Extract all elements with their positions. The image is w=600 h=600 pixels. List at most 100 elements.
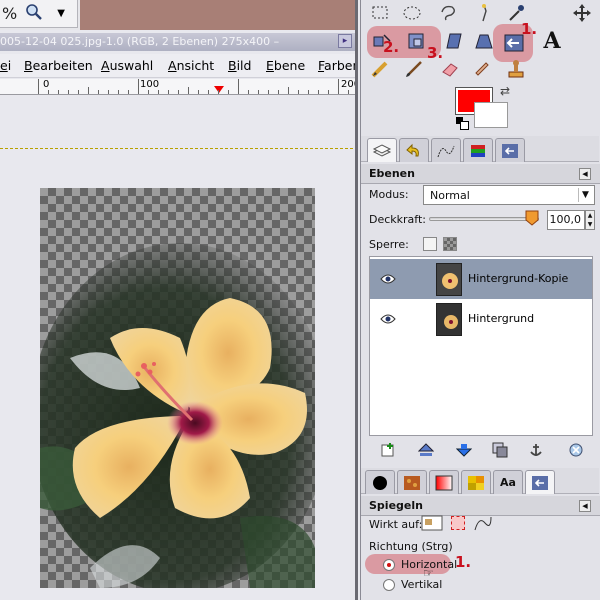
zoom-tool-icon[interactable] [25,3,43,25]
menu-ebene[interactable]: Ebene [266,58,305,73]
image-title: 005-12-04 025.jpg-1.0 (RGB, 2 Ebenen) 27… [0,35,280,48]
ruler-tick [338,79,339,94]
dock-tabs [361,136,599,162]
ruler-tick [248,90,249,94]
ellipse-select-icon[interactable] [397,0,427,26]
new-layer-icon[interactable] [377,440,399,460]
ruler-tick [348,90,349,94]
tab-undo-history[interactable] [399,138,429,162]
anchor-layer-icon[interactable] [525,440,547,460]
zoom-percent-icon[interactable]: % [2,4,17,23]
layers-dock-header: Ebenen ◀ [361,164,600,184]
airbrush-icon[interactable] [467,56,497,82]
lower-layer-icon[interactable] [453,440,475,460]
opacity-spinner[interactable]: ▲ ▼ [585,210,595,230]
lock-alpha-icon[interactable] [443,237,457,251]
image-canvas[interactable] [40,188,315,588]
menu-auswahl[interactable]: Auswahl [101,58,153,73]
fuzzy-select-icon[interactable] [469,0,499,26]
menu-bearbeiten[interactable]: Bearbeiten [24,58,93,73]
ruler-tick [168,90,169,94]
layer-name[interactable]: Hintergrund [468,312,534,325]
tab-fonts[interactable]: Aa [493,470,523,494]
ruler-tick [118,90,119,94]
ruler-tick [328,90,329,94]
dock-menu-button[interactable]: ◀ [579,500,591,512]
affect-path-icon[interactable] [473,514,493,532]
ruler-tick [208,90,209,94]
tab-brushes[interactable] [365,470,395,494]
shear-icon[interactable] [439,28,469,54]
vertical-label[interactable]: Vertikal [401,578,442,591]
tab-gradients[interactable] [429,470,459,494]
gimp-workspace: % ▼ 005-12-04 025.jpg-1.0 (RGB, 2 Ebenen… [0,0,600,600]
horizontal-radio[interactable] [383,559,395,571]
ruler-tick [68,90,69,94]
perspective-icon[interactable] [469,28,499,54]
tab-palettes[interactable] [461,470,491,494]
background-panel [80,0,358,30]
tab-tool-options[interactable] [525,470,555,494]
raise-layer-icon[interactable] [415,440,437,460]
ruler-tick [178,90,179,94]
eye-icon[interactable] [380,313,396,325]
lock-alpha-checkbox[interactable] [423,237,437,251]
rect-select-icon[interactable] [365,0,395,26]
chevron-down-icon: ▼ [578,188,592,202]
default-colors-icon[interactable] [456,117,469,130]
mode-value: Normal [430,189,470,202]
clone-stamp-icon[interactable] [501,56,531,82]
lasso-icon[interactable] [433,0,463,26]
mini-toolbar: % ▼ [0,0,78,28]
ruler-tick [138,79,139,94]
text-tool-icon[interactable]: A [537,28,567,54]
layer-name[interactable]: Hintergrund-Kopie [468,272,568,285]
layer-row[interactable]: Hintergrund-Kopie [370,259,592,299]
duplicate-layer-icon[interactable] [489,440,511,460]
layer-buttons-bar [361,438,600,464]
menu-ansicht[interactable]: Ansicht [168,58,214,73]
move-icon[interactable] [567,0,597,26]
tab-patterns[interactable] [397,470,427,494]
opacity-slider[interactable] [429,217,539,221]
vertical-radio[interactable] [383,579,395,591]
menu-datei[interactable]: ei [0,58,11,73]
guide-line[interactable] [0,148,358,149]
layer-thumbnail [436,303,462,336]
menu-bild[interactable]: Bild [228,58,251,73]
annotation-step-2: 2. [383,38,400,56]
direction-label: Richtung (Strg) [369,540,453,553]
affect-label: Wirkt auf: [369,518,423,531]
dock-tabs-2: Aa [361,468,599,494]
background-color-swatch[interactable] [474,102,508,128]
lock-label: Sperre: [369,238,409,251]
menu-farben[interactable]: Farben [318,58,358,73]
layer-row[interactable]: Hintergrund [370,299,592,339]
pencil-icon[interactable] [365,56,395,82]
tab-flip-options[interactable] [495,138,525,162]
opacity-input[interactable]: 100,0 [547,210,585,230]
layer-list[interactable]: Hintergrund-Kopie Hintergrund [369,256,593,436]
swap-colors-icon[interactable]: ⇄ [500,84,510,98]
annotation-step-1: 1. [521,20,538,38]
delete-layer-icon[interactable] [565,440,587,460]
tab-layers[interactable] [367,138,397,162]
ruler-tick [238,79,239,94]
chevron-down-icon[interactable]: ▼ [57,8,65,19]
tab-channels[interactable] [463,138,493,162]
affect-layer-icon[interactable] [421,514,443,532]
ruler-tick [128,90,129,94]
eraser-icon[interactable] [435,56,465,82]
affect-selection-icon[interactable] [451,516,465,530]
window-menu-icon[interactable]: ▸ [338,34,352,48]
dock-menu-button[interactable]: ◀ [579,168,591,180]
paintbrush-icon[interactable] [399,56,429,82]
ruler-tick [218,90,219,94]
mode-dropdown[interactable]: Normal ▼ [423,185,595,205]
tool-options-title: Spiegeln [369,499,423,512]
eye-icon[interactable] [380,273,396,285]
horizontal-ruler[interactable]: 0 100 200 [0,79,358,95]
mode-label: Modus: [369,188,409,201]
opacity-slider-handle[interactable] [525,210,539,226]
tab-paths[interactable] [431,138,461,162]
